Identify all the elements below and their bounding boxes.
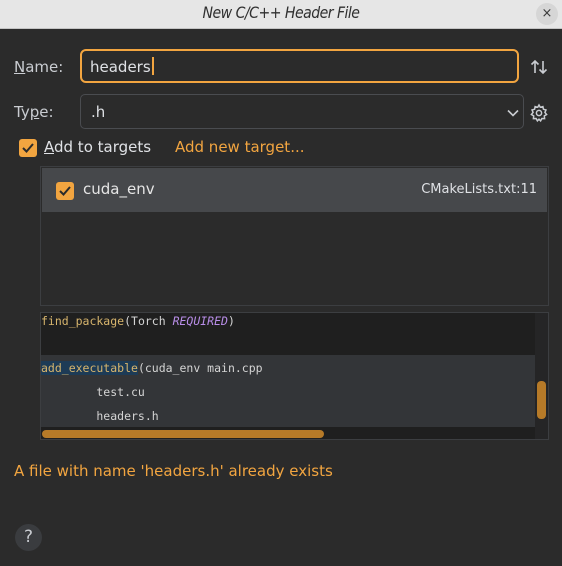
close-icon: × — [541, 6, 553, 21]
code-line: headers.h — [41, 409, 159, 423]
help-button[interactable]: ? — [15, 524, 42, 551]
error-message: A file with name 'headers.h' already exi… — [14, 462, 333, 480]
add-to-targets-label[interactable]: Add to targets — [44, 138, 151, 156]
type-label: Type: — [14, 103, 54, 121]
vertical-scrollbar[interactable] — [537, 381, 546, 419]
close-button[interactable]: × — [536, 3, 558, 25]
target-location: CMakeLists.txt:11 — [421, 182, 537, 197]
name-input-value: headers — [90, 58, 151, 76]
help-icon: ? — [23, 527, 34, 547]
code-line: test.cu — [41, 385, 145, 399]
horizontal-scrollbar[interactable] — [42, 430, 324, 438]
type-select-value: .h — [91, 103, 106, 121]
target-checkbox[interactable] — [56, 182, 74, 200]
title-bar: New C/C++ Header File × — [0, 0, 562, 29]
code-line: find_package(Torch REQUIRED) — [41, 314, 235, 328]
checkmark-icon — [59, 186, 71, 196]
type-select[interactable]: .h — [80, 94, 524, 129]
targets-list[interactable]: cuda_env CMakeLists.txt:11 — [40, 166, 549, 306]
window-title: New C/C++ Header File — [202, 3, 360, 22]
text-caret — [151, 57, 154, 75]
gear-icon[interactable] — [529, 103, 549, 123]
target-name: cuda_env — [83, 180, 155, 198]
code-preview: find_package(Torch REQUIRED) add_executa… — [40, 312, 549, 440]
add-new-target-link[interactable]: Add new target... — [175, 138, 305, 156]
sort-icon[interactable] — [529, 57, 549, 77]
add-to-targets-checkbox[interactable] — [19, 139, 37, 157]
chevron-down-icon — [507, 109, 519, 117]
list-item[interactable]: cuda_env CMakeLists.txt:11 — [42, 168, 547, 212]
code-line: add_executable(cuda_env main.cpp — [41, 361, 263, 375]
name-input[interactable]: headers — [80, 49, 519, 83]
checkmark-icon — [22, 143, 34, 153]
vertical-scroll-track — [535, 313, 548, 439]
name-label: Name: — [14, 58, 64, 76]
